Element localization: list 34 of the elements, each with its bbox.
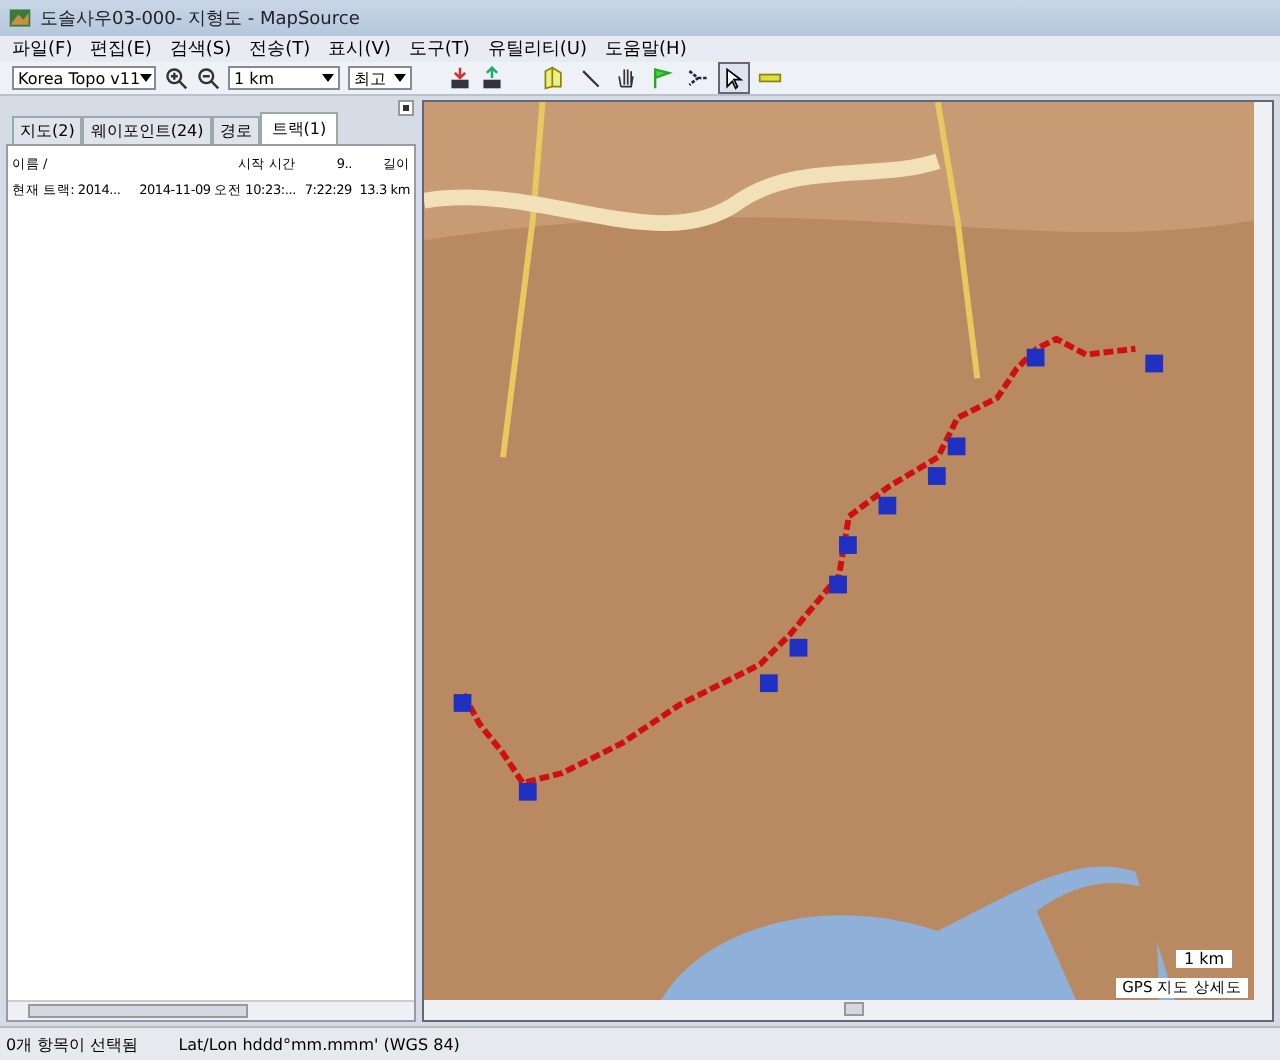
send-to-device-icon[interactable]: [480, 66, 504, 90]
menu-item[interactable]: 파일(F): [12, 36, 73, 62]
map-scale-label: 1 km: [1175, 950, 1232, 968]
window-title: 도솔사우03-000- 지형도 - MapSource: [40, 7, 360, 31]
app-icon: [8, 6, 32, 30]
menu-item[interactable]: 검색(S): [169, 36, 232, 62]
tab[interactable]: 지도(2): [12, 116, 83, 144]
dropdown-arrow-icon: [140, 74, 153, 82]
status-text: 0개 항목이 선택됨: [6, 1033, 139, 1055]
detail-dropdown[interactable]: 최고: [348, 66, 412, 90]
tab[interactable]: 경로: [211, 116, 260, 144]
menu-item[interactable]: 전송(T): [249, 36, 311, 62]
hand-tool-icon[interactable]: [612, 64, 640, 92]
dropdown-arrow-icon: [322, 74, 334, 82]
status-text: Lat/Lon hddd°mm.mmm' (WGS 84): [178, 1035, 460, 1053]
tab[interactable]: 트랙(1): [259, 112, 339, 144]
zoom-scale-dropdown[interactable]: 1 km: [228, 66, 340, 90]
map-product-dropdown[interactable]: Korea Topo v11: [12, 66, 156, 90]
tab[interactable]: 웨이포인트(24): [82, 116, 212, 144]
zoom-out-icon[interactable]: [196, 66, 220, 90]
receive-from-device-icon[interactable]: [448, 66, 472, 90]
map-horizontal-scrollbar[interactable]: [424, 1000, 1272, 1020]
menu-item[interactable]: 유틸리티(U): [487, 36, 588, 62]
pointer-tool-icon[interactable]: [720, 64, 748, 92]
menu-item[interactable]: 표시(V): [328, 36, 391, 62]
menu-item[interactable]: 도구(T): [408, 36, 470, 62]
zoom-in-icon[interactable]: [164, 66, 188, 90]
menu-item[interactable]: 도움말(H): [605, 36, 687, 62]
dropdown-arrow-icon: [394, 74, 406, 82]
menu-item[interactable]: 편집(E): [90, 36, 152, 62]
horizontal-scrollbar[interactable]: [8, 1000, 414, 1020]
pin-icon[interactable]: [398, 100, 414, 116]
vertical-scrollbar[interactable]: [1254, 102, 1272, 1000]
route-tool-icon[interactable]: [684, 64, 712, 92]
